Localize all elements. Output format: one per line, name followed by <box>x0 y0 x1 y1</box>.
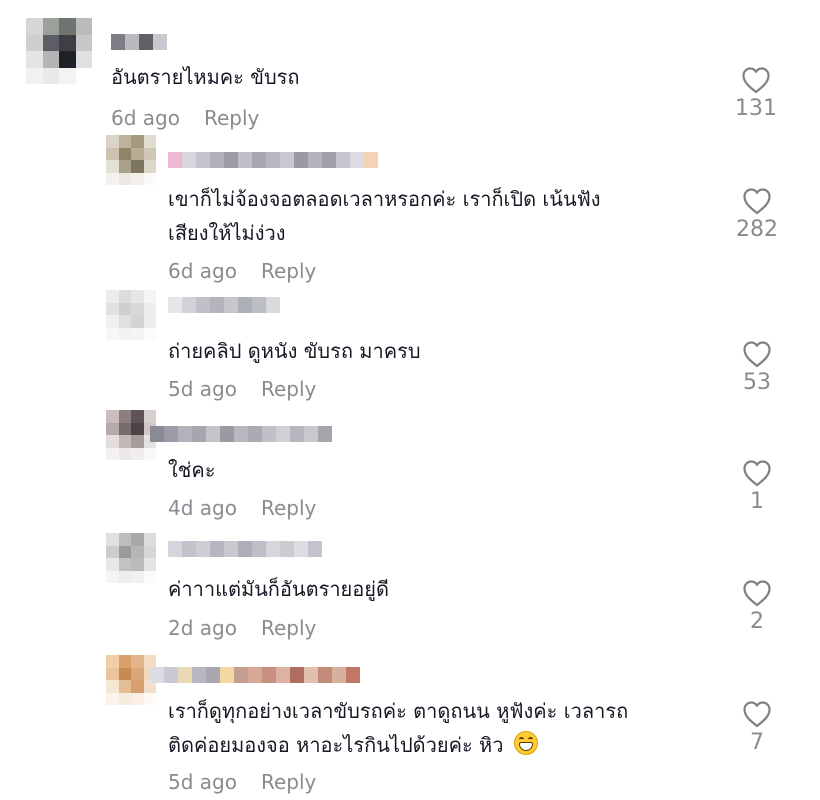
avatar[interactable] <box>106 655 156 705</box>
username-pixel <box>290 667 304 683</box>
avatar-pixel <box>118 655 131 668</box>
comment-meta: 5d ago Reply <box>168 770 316 794</box>
username-pixel <box>234 667 248 683</box>
avatar-pixel <box>131 667 144 680</box>
avatar-pixel <box>131 692 144 705</box>
username-pixel <box>262 667 276 683</box>
avatar-pixel <box>118 692 131 705</box>
username-pixel <box>318 667 332 683</box>
avatar-pixel <box>118 680 131 693</box>
reply-item: เราก็ดูทุกอย่างเวลาขับรถค่ะ ตาดูถนน หูฟั… <box>0 0 820 800</box>
comment-text: เราก็ดูทุกอย่างเวลาขับรถค่ะ ตาดูถนน หูฟั… <box>168 694 628 762</box>
username-pixel <box>192 667 206 683</box>
like-count: 7 <box>750 730 764 755</box>
username-pixel <box>276 667 290 683</box>
username-pixel <box>304 667 318 683</box>
username-pixel <box>332 667 346 683</box>
username-pixel <box>178 667 192 683</box>
like-button[interactable]: 7 <box>727 700 787 755</box>
avatar-pixel <box>143 692 156 705</box>
username-pixel <box>150 667 164 683</box>
avatar-pixel <box>131 655 144 668</box>
avatar-pixel <box>131 680 144 693</box>
comment-text-line: ติดค่อยมองจอ หาอะไรกินไปด้วยค่ะ หิว <box>168 728 628 762</box>
avatar-pixel <box>106 667 119 680</box>
reply-button[interactable]: Reply <box>261 770 316 794</box>
username-pixel <box>206 667 220 683</box>
username-pixel <box>346 667 360 683</box>
heart-outline-icon <box>743 701 771 728</box>
avatar-pixel <box>118 667 131 680</box>
avatar-pixel <box>106 655 119 668</box>
grinning-face-emoji <box>513 731 538 755</box>
comment-text-line: เราก็ดูทุกอย่างเวลาขับรถค่ะ ตาดูถนน หูฟั… <box>168 699 629 723</box>
username-pixel <box>220 667 234 683</box>
username-pixel <box>248 667 262 683</box>
username-blurred[interactable] <box>150 667 360 683</box>
comment-text-segment: ติดค่อยมองจอ หาอะไรกินไปด้วยค่ะ หิว <box>168 733 504 757</box>
avatar-pixel <box>106 692 119 705</box>
username-pixel <box>164 667 178 683</box>
avatar-pixel <box>143 655 156 668</box>
comment-thread: อันตรายไหมคะ ขับรถ 6d ago Reply 131 เขาก็… <box>0 0 820 800</box>
comment-time: 5d ago <box>168 770 237 794</box>
avatar-pixel <box>106 680 119 693</box>
